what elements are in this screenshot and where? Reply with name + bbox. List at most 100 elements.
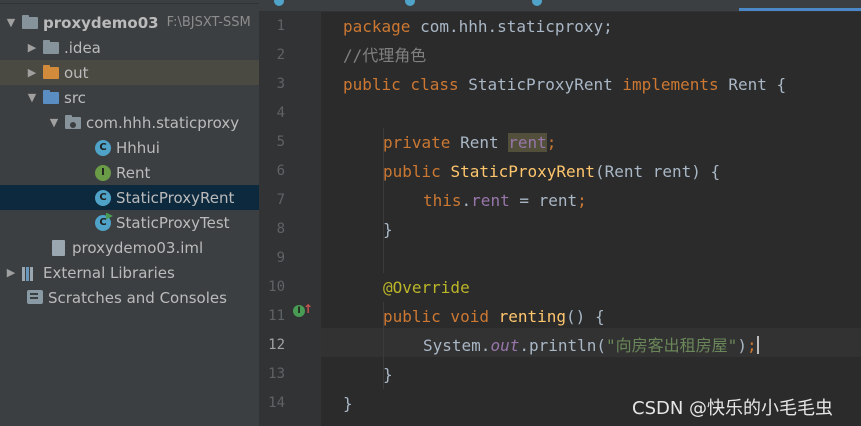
- keyword: public void: [383, 307, 489, 326]
- type-name: Rent: [450, 133, 509, 152]
- method-call: .println(: [519, 336, 607, 355]
- code-line-13: }: [383, 360, 393, 389]
- chevron-right-icon[interactable]: ▶: [27, 66, 37, 79]
- keyword: public: [383, 162, 441, 181]
- scratches-icon: [27, 289, 43, 306]
- line-number: 3: [276, 76, 285, 92]
- comment: //代理角色: [343, 46, 427, 65]
- chevron-right-icon[interactable]: ▶: [27, 41, 37, 54]
- watermark: CSDN @快乐的小毛毛虫: [632, 398, 834, 419]
- tree-item-external-libraries[interactable]: ▶ External Libraries: [0, 260, 259, 285]
- source-folder-icon: [43, 89, 59, 106]
- text-caret: [756, 336, 759, 354]
- code-line-12: System.out.println("向房客出租房屋");: [423, 331, 759, 360]
- code-editor[interactable]: package com.hhh.staticproxy; //代理角色 publ…: [321, 12, 861, 426]
- code-line-10: @Override: [383, 273, 470, 302]
- assignment: = rent: [509, 191, 578, 210]
- project-folder-icon: [22, 14, 38, 31]
- tree-item-interface-rent[interactable]: I Rent: [0, 160, 259, 185]
- class-icon: [274, 0, 284, 6]
- field-name: rent: [508, 133, 547, 152]
- chevron-right-icon[interactable]: ▶: [6, 266, 16, 279]
- tree-item-label: .idea: [64, 38, 101, 57]
- code-line-11: public void renting() {: [383, 302, 605, 331]
- chevron-down-icon[interactable]: ▼: [49, 116, 59, 129]
- panel-header-strip: [0, 0, 259, 4]
- editor-tab-bar: [259, 0, 861, 12]
- editor-gutter[interactable]: 1 2 3 4 5 6 7 8 9 10 11 12 13 14: [259, 12, 339, 426]
- dot: .: [461, 191, 472, 210]
- tree-item-class-staticproxyrent[interactable]: C StaticProxyRent: [0, 185, 259, 210]
- tree-item-class-staticproxytest[interactable]: C StaticProxyTest: [0, 210, 259, 235]
- code-line-6: public StaticProxyRent(Rent rent) {: [383, 157, 720, 186]
- keyword: private: [383, 133, 451, 152]
- tree-item-package[interactable]: ▼ com.hhh.staticproxy: [0, 110, 259, 135]
- annotation: @Override: [383, 278, 470, 297]
- active-tab-indicator[interactable]: [739, 8, 861, 11]
- tree-item-label: com.hhh.staticproxy: [86, 113, 240, 132]
- tree-item-label: StaticProxyRent: [116, 188, 235, 207]
- interface-icon: [405, 0, 415, 6]
- project-tree-panel: ▼ proxydemo03 F:\BJSXT-SSM ▶ .idea ▶ out…: [0, 0, 259, 426]
- string-literal: "向房客出租房屋": [606, 336, 738, 355]
- code-line-14: }: [343, 389, 353, 418]
- project-root-path: F:\BJSXT-SSM: [166, 15, 251, 30]
- code-line-2: //代理角色: [343, 41, 426, 70]
- code-line-8: }: [383, 215, 393, 244]
- class-icon: [532, 0, 542, 6]
- tree-item-idea[interactable]: ▶ .idea: [0, 35, 259, 60]
- method-name: renting: [498, 307, 567, 326]
- tree-item-label: StaticProxyTest: [116, 213, 230, 232]
- static-field: out: [490, 336, 520, 355]
- tree-item-class-hhhui[interactable]: C Hhhui: [0, 135, 259, 160]
- class-icon: C: [95, 139, 111, 156]
- class-ref: System.: [423, 336, 491, 355]
- params: (Rent rent) {: [594, 162, 721, 181]
- constructor-name: StaticProxyRent: [450, 162, 595, 181]
- tree-item-src[interactable]: ▼ src: [0, 85, 259, 110]
- line-number: 10: [268, 279, 285, 295]
- line-number: 5: [276, 134, 285, 150]
- code-line-7: this.rent = rent;: [423, 186, 587, 215]
- keyword: implements: [622, 75, 719, 94]
- code-line-5: private Rent rent;: [383, 128, 556, 157]
- brace: }: [383, 220, 393, 239]
- tree-item-label: Rent: [116, 163, 151, 182]
- code-line-1: package com.hhh.staticproxy;: [343, 12, 613, 41]
- code-line-3: public class StaticProxyRent implements …: [343, 70, 786, 99]
- tree-item-label: proxydemo03.iml: [72, 238, 204, 257]
- line-number: 13: [268, 366, 285, 382]
- interface-ref: Rent {: [718, 75, 787, 94]
- line-number: 8: [276, 221, 285, 237]
- tree-item-iml[interactable]: proxydemo03.iml: [0, 235, 259, 260]
- field-name: rent: [471, 191, 510, 210]
- tree-item-label: External Libraries: [43, 263, 175, 282]
- line-number: 11: [268, 308, 285, 324]
- interface-icon: I: [95, 164, 111, 181]
- brace: }: [383, 365, 393, 384]
- module-file-icon: [51, 239, 67, 256]
- tree-item-label: out: [64, 63, 89, 82]
- line-number: 1: [276, 18, 285, 34]
- tree-item-out[interactable]: ▶ out: [0, 60, 259, 85]
- folder-icon: [43, 39, 59, 56]
- chevron-down-icon[interactable]: ▼: [27, 91, 37, 104]
- class-icon: C: [95, 189, 111, 206]
- tree-item-project-root[interactable]: ▼ proxydemo03 F:\BJSXT-SSM: [0, 10, 259, 35]
- params: () {: [566, 307, 605, 326]
- tree-item-label: src: [64, 88, 86, 107]
- semicolon: ;: [577, 191, 587, 210]
- project-root-label: proxydemo03: [43, 13, 159, 32]
- line-number: 14: [268, 395, 285, 411]
- runnable-class-icon: C: [95, 212, 113, 231]
- semicolon: ;: [546, 133, 557, 152]
- semicolon: ;: [746, 336, 757, 355]
- tree-item-label: Scratches and Consoles: [48, 288, 227, 307]
- line-number: 9: [276, 250, 285, 266]
- line-number-current: 12: [268, 337, 285, 353]
- keyword: public class: [343, 75, 459, 94]
- tree-item-label: Hhhui: [116, 138, 160, 157]
- tree-item-scratches[interactable]: Scratches and Consoles: [0, 285, 259, 310]
- override-arrow-icon[interactable]: ↑: [303, 302, 313, 316]
- chevron-down-icon[interactable]: ▼: [6, 16, 16, 29]
